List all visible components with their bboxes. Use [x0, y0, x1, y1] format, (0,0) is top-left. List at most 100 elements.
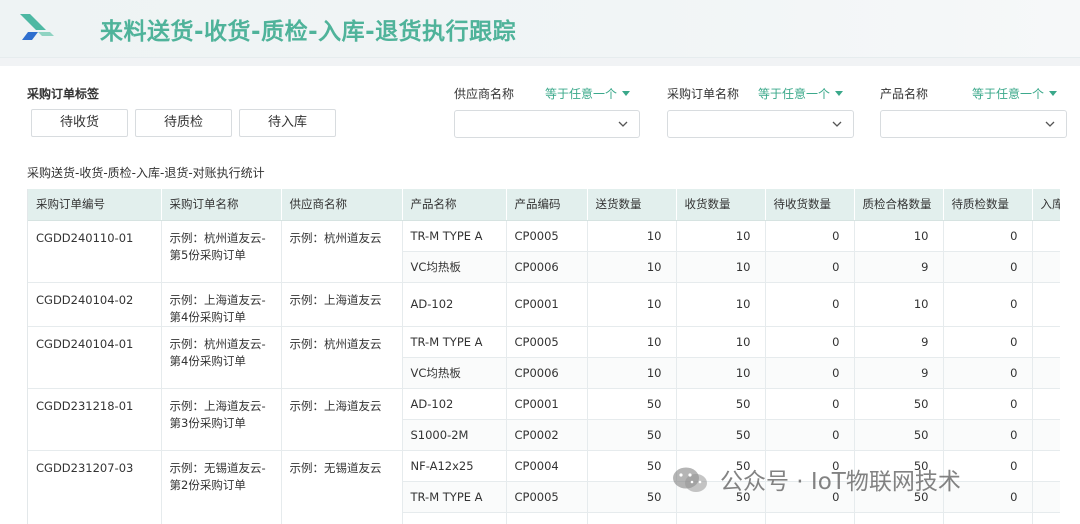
logo-icon — [20, 14, 54, 40]
cell-supplier: 示例：杭州道友云 — [281, 326, 403, 389]
cell-stock-in — [1032, 282, 1060, 327]
col-header-received[interactable]: 收货数量 — [676, 189, 766, 221]
chevron-down-icon — [832, 121, 842, 127]
cell-pending-qc: 0 — [943, 357, 1033, 389]
col-header-qc-passed[interactable]: 质检合格数量 — [854, 189, 944, 221]
po-name-filter-label: 采购订单名称 — [667, 87, 740, 101]
cell-supplier: 示例：无锡道友云 — [281, 450, 403, 524]
col-header-stock-in[interactable]: 入库 — [1032, 189, 1060, 221]
cell-code: CP0005 — [506, 326, 588, 358]
supplier-filter-label: 供应商名称 — [454, 87, 515, 101]
cell-qc-passed — [854, 512, 944, 524]
col-header-pending-qc[interactable]: 待质检数量 — [943, 189, 1033, 221]
cell-stock-in — [1032, 481, 1060, 513]
cell-qc-passed: 9 — [854, 326, 944, 358]
cell-product: VC均热板 — [402, 251, 507, 283]
supplier-operator-dropdown[interactable]: 等于任意一个 — [545, 85, 631, 102]
cell-delivered: 10 — [587, 326, 677, 358]
tag-button-pending-qc[interactable]: 待质检 — [135, 109, 232, 137]
cell-stock-in — [1032, 419, 1060, 451]
cell-pending-receive: 0 — [765, 220, 855, 252]
chevron-down-icon — [618, 121, 628, 127]
cell-po-name: 示例：上海道友云-第4份采购订单 — [161, 282, 282, 327]
header-divider — [0, 58, 1080, 66]
cell-delivered: 50 — [587, 419, 677, 451]
col-header-delivered[interactable]: 送货数量 — [587, 189, 677, 221]
col-header-po-name[interactable]: 采购订单名称 — [161, 189, 282, 221]
cell-code: CP0005 — [506, 220, 588, 252]
cell-qc-passed: 10 — [854, 282, 944, 327]
cell-pending-receive: 0 — [765, 357, 855, 389]
cell-pending-receive: 0 — [765, 326, 855, 358]
cell-received: 10 — [676, 220, 766, 252]
cell-product: S1000-2M — [402, 419, 507, 451]
cell-product: AD-102 — [402, 388, 507, 420]
app-header: 来料送货-收货-质检-入库-退货执行跟踪 — [0, 0, 1080, 58]
po-name-operator-text: 等于任意一个 — [758, 87, 831, 101]
cell-pending-receive: 0 — [765, 419, 855, 451]
cell-pending-qc: 0 — [943, 419, 1033, 451]
cell-pending-qc: 0 — [943, 251, 1033, 283]
cell-received: 10 — [676, 357, 766, 389]
cell-received: 50 — [676, 419, 766, 451]
caret-down-icon — [1049, 91, 1058, 96]
cell-pending-qc: 0 — [943, 282, 1033, 327]
cell-po-no: CGDD231218-01 — [28, 388, 162, 451]
cell-qc-passed: 50 — [854, 388, 944, 420]
cell-stock-in — [1032, 251, 1060, 283]
cell-delivered: 50 — [587, 481, 677, 513]
page-title: 来料送货-收货-质检-入库-退货执行跟踪 — [100, 19, 517, 45]
cell-stock-in — [1032, 450, 1060, 482]
tag-button-pending-receive[interactable]: 待收货 — [31, 109, 128, 137]
cell-stock-in — [1032, 220, 1060, 252]
cell-product: NF-A12x25 — [402, 450, 507, 482]
cell-supplier: 示例：上海道友云 — [281, 282, 403, 327]
product-filter-label: 产品名称 — [880, 87, 929, 101]
cell-product: TR-M TYPE A — [402, 326, 507, 358]
po-name-operator-dropdown[interactable]: 等于任意一个 — [758, 85, 844, 102]
supplier-operator-text: 等于任意一个 — [545, 87, 618, 101]
caret-down-icon — [835, 91, 844, 96]
section-title: 采购送货-收货-质检-入库-退货-对账执行统计 — [27, 166, 265, 180]
col-header-code[interactable]: 产品编码 — [506, 189, 588, 221]
cell-received: 10 — [676, 251, 766, 283]
tag-button-pending-stock-in[interactable]: 待入库 — [239, 109, 336, 137]
po-name-select[interactable] — [667, 110, 854, 138]
cell-delivered: 10 — [587, 251, 677, 283]
cell-delivered — [587, 512, 677, 524]
cell-supplier: 示例：杭州道友云 — [281, 220, 403, 283]
chevron-down-icon — [1045, 121, 1055, 127]
cell-stock-in — [1032, 326, 1060, 358]
table-row[interactable]: CGDD240110-01 示例：杭州道友云-第5份采购订单 示例：杭州道友云 TR-… — [28, 220, 1060, 283]
cell-stock-in — [1032, 512, 1060, 524]
cell-pending-receive: 0 — [765, 282, 855, 327]
table-row[interactable]: CGDD240104-02 示例：上海道友云-第4份采购订单 示例：上海道友云 AD-… — [28, 282, 1060, 327]
cell-pending-qc: 0 — [943, 326, 1033, 358]
cell-product: VC均热板 — [402, 357, 507, 389]
cell-code: CP0002 — [506, 419, 588, 451]
cell-received: 10 — [676, 282, 766, 327]
cell-received — [676, 512, 766, 524]
cell-po-name: 示例：杭州道友云-第5份采购订单 — [161, 220, 282, 283]
product-operator-dropdown[interactable]: 等于任意一个 — [972, 85, 1058, 102]
cell-delivered: 50 — [587, 450, 677, 482]
cell-stock-in — [1032, 357, 1060, 389]
col-header-po-no[interactable]: 采购订单编号 — [28, 189, 162, 221]
cell-delivered: 10 — [587, 220, 677, 252]
cell-code: CP0004 — [506, 450, 588, 482]
cell-product: AD-102 — [402, 282, 507, 327]
table-row[interactable]: CGDD240104-01 示例：杭州道友云-第4份采购订单 示例：杭州道友云 TR-… — [28, 326, 1060, 389]
cell-pending-qc — [943, 512, 1033, 524]
cell-code: CP0001 — [506, 388, 588, 420]
cell-pending-receive: 0 — [765, 251, 855, 283]
col-header-pending-receive[interactable]: 待收货数量 — [765, 189, 855, 221]
col-header-product[interactable]: 产品名称 — [402, 189, 507, 221]
cell-product: TR-M TYPE A — [402, 220, 507, 252]
cell-delivered: 10 — [587, 282, 677, 327]
col-header-supplier[interactable]: 供应商名称 — [281, 189, 403, 221]
product-select[interactable] — [880, 110, 1067, 138]
cell-pending-receive: 0 — [765, 388, 855, 420]
cell-code: CP0006 — [506, 251, 588, 283]
table-row[interactable]: CGDD231218-01 示例：上海道友云-第3份采购订单 示例：上海道友云 AD-… — [28, 388, 1060, 451]
supplier-select[interactable] — [454, 110, 640, 138]
